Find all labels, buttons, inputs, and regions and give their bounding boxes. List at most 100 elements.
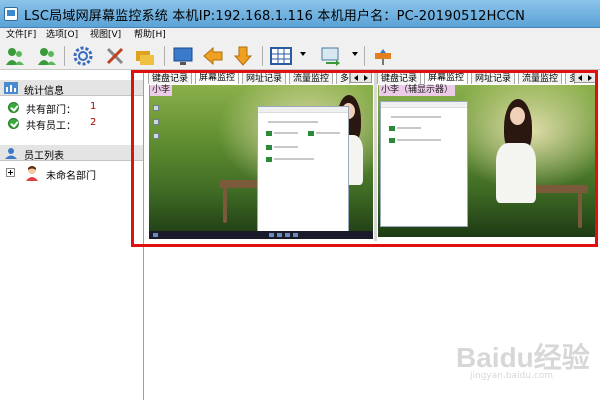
add-users-icon[interactable] xyxy=(4,45,26,67)
tree-item-department[interactable]: 未命名部门 xyxy=(0,165,143,182)
stat-value: 1 xyxy=(90,101,97,112)
stats-icon xyxy=(4,82,18,94)
scroll-left-icon[interactable] xyxy=(578,75,582,81)
sign-icon[interactable] xyxy=(372,45,394,67)
tab-traffic-monitor[interactable]: 流量监控 xyxy=(518,72,563,84)
remove-users-icon[interactable] xyxy=(36,45,58,67)
tab-screen-monitor[interactable]: 屏幕监控 xyxy=(195,71,240,84)
explorer-window xyxy=(257,106,349,234)
tab-scroll-arrows[interactable] xyxy=(350,72,372,83)
file-icon xyxy=(389,138,395,143)
left-panel: 统计信息 共有部门： 1 共有员工： 2 员工列表 未命名部门 xyxy=(0,71,144,400)
remote-screen-thumbnail[interactable] xyxy=(378,85,596,237)
window-title: LSC局域网屏幕监控系统 本机IP:192.168.1.116 本机用户名：PC… xyxy=(24,9,526,24)
menu-view[interactable]: 视图[V] xyxy=(90,28,121,42)
window-text-line xyxy=(391,116,441,118)
tab-traffic-monitor[interactable]: 流量监控 xyxy=(289,72,334,84)
employees-header: 员工列表 xyxy=(0,145,143,162)
title-bar: LSC局域网屏幕监控系统 本机IP:192.168.1.116 本机用户名：PC… xyxy=(0,0,600,28)
tab-scroll-arrows[interactable] xyxy=(574,72,596,83)
tab-keyboard-log[interactable]: 键盘记录 xyxy=(148,72,193,84)
tab-strip: 键盘记录 屏幕监控 网址记录 流量监控 多 xyxy=(148,71,374,84)
window-text-line xyxy=(397,139,441,141)
stat-row-departments: 共有部门： 1 xyxy=(0,99,143,116)
tab-more[interactable]: 多 xyxy=(336,72,350,84)
toolbar-separator xyxy=(164,46,165,66)
taskbar-item xyxy=(293,233,298,237)
app-icon xyxy=(4,7,18,21)
toolbar xyxy=(0,42,600,70)
clients-icon[interactable] xyxy=(134,45,156,67)
window-titlebar xyxy=(258,107,348,113)
file-icon xyxy=(266,145,272,150)
stat-row-employees: 共有员工： 2 xyxy=(0,115,143,132)
explorer-window xyxy=(380,101,468,227)
desktop-icon xyxy=(153,133,159,139)
window-titlebar xyxy=(381,102,467,108)
bench-graphic xyxy=(528,185,588,193)
taskbar-item xyxy=(285,233,290,237)
baidu-watermark: Baidu经验 jingyan.baidu.com xyxy=(456,334,596,384)
tab-strip: 键盘记录 屏幕监控 网址记录 流量监控 多 xyxy=(377,71,597,84)
grid-view-icon[interactable] xyxy=(270,45,298,67)
monitor-icon[interactable] xyxy=(172,45,194,67)
grid-view-dropdown-icon[interactable] xyxy=(300,52,306,56)
bench-graphic xyxy=(223,188,227,223)
wallpaper-figure xyxy=(496,143,536,203)
window-text-line xyxy=(316,132,340,134)
stat-label: 共有员工： xyxy=(26,121,76,132)
transfer-dropdown-icon[interactable] xyxy=(352,52,358,56)
stat-label: 共有部门： xyxy=(26,105,76,116)
watermark-text: Baidu经验 xyxy=(456,342,590,373)
watermark-url: jingyan.baidu.com xyxy=(470,371,554,381)
window-text-line xyxy=(274,146,298,148)
screen-label: 小李 xyxy=(150,85,173,96)
toolbar-separator xyxy=(64,46,65,66)
window-text-line xyxy=(274,158,314,160)
desktop-icon xyxy=(153,119,159,125)
toolbar-separator xyxy=(364,46,365,66)
scroll-right-icon[interactable] xyxy=(588,75,592,81)
file-icon xyxy=(266,157,272,162)
arrow-down-icon[interactable] xyxy=(232,45,254,67)
bench-graphic xyxy=(578,193,582,228)
file-icon xyxy=(308,131,314,136)
scroll-left-icon[interactable] xyxy=(354,75,358,81)
tree-item-label: 未命名部门 xyxy=(46,171,96,182)
scroll-right-icon[interactable] xyxy=(364,75,368,81)
tab-keyboard-log[interactable]: 键盘记录 xyxy=(377,72,422,84)
person-icon xyxy=(26,166,38,181)
file-icon xyxy=(389,126,395,131)
window-text-line xyxy=(274,132,298,134)
monitor-pane: 键盘记录 屏幕监控 网址记录 流量监控 多 小李（辅显示器） xyxy=(377,71,597,241)
stat-value: 2 xyxy=(90,117,97,128)
transfer-icon[interactable] xyxy=(320,45,348,67)
check-icon xyxy=(8,118,19,129)
tools-icon[interactable] xyxy=(104,45,126,67)
expand-icon[interactable] xyxy=(6,168,15,177)
tab-screen-monitor[interactable]: 屏幕监控 xyxy=(424,71,469,84)
remote-screen-thumbnail[interactable] xyxy=(149,85,373,239)
window-text-line xyxy=(397,127,421,129)
taskbar-item xyxy=(153,233,158,237)
taskbar xyxy=(149,231,373,239)
check-icon xyxy=(8,102,19,113)
menu-options[interactable]: 选项[O] xyxy=(46,28,78,42)
desktop-icon xyxy=(153,105,159,111)
employees-icon xyxy=(5,148,17,159)
toolbar-separator xyxy=(262,46,263,66)
file-icon xyxy=(266,131,272,136)
arrow-left-icon[interactable] xyxy=(202,45,224,67)
stats-header: 统计信息 xyxy=(0,80,143,97)
tab-url-log[interactable]: 网址记录 xyxy=(471,72,516,84)
menu-help[interactable]: 帮助[H] xyxy=(134,28,166,42)
window-text-line xyxy=(268,121,318,123)
stats-title: 统计信息 xyxy=(24,86,64,97)
tab-url-log[interactable]: 网址记录 xyxy=(242,72,287,84)
menu-bar: 文件[F] 选项[O] 视图[V] 帮助[H] xyxy=(0,28,600,42)
settings-gear-icon[interactable] xyxy=(72,45,94,67)
screen-label: 小李（辅显示器） xyxy=(379,85,456,96)
wallpaper-figure xyxy=(510,107,525,125)
menu-file[interactable]: 文件[F] xyxy=(6,28,36,42)
taskbar-item xyxy=(277,233,282,237)
